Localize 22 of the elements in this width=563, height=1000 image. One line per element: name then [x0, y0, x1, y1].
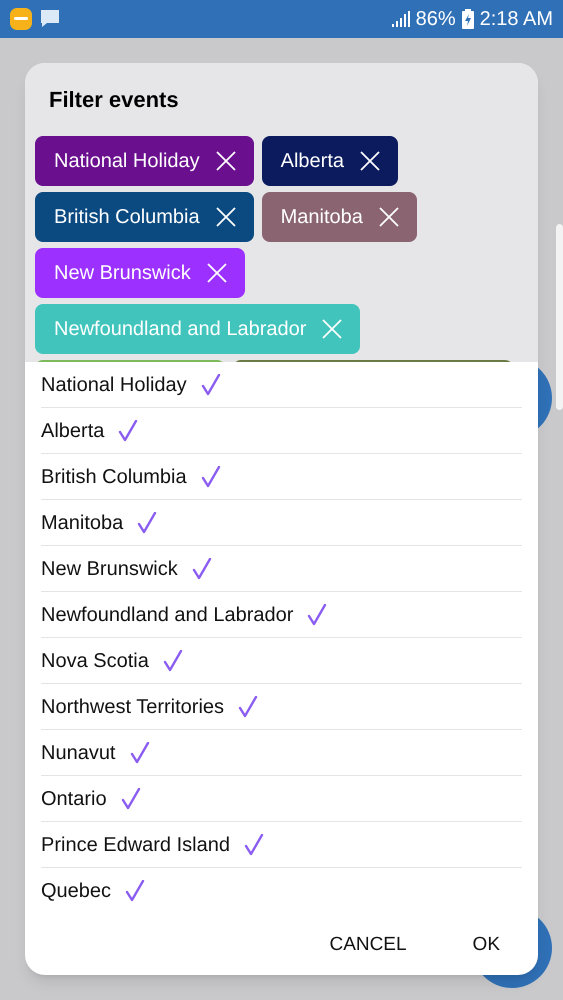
option-label[interactable]: Nova Scotia: [41, 646, 149, 676]
battery-percent: 86%: [416, 7, 456, 32]
option-label[interactable]: Northwest Territories: [41, 692, 224, 722]
filter-chip[interactable]: New Brunswick: [35, 248, 245, 298]
option-label[interactable]: Ontario: [41, 784, 107, 814]
option-label[interactable]: Quebec: [41, 876, 112, 906]
dialog-button[interactable]: OK: [464, 924, 508, 966]
dialog-title: Filter events: [48, 86, 180, 114]
filter-chip[interactable]: National Holiday: [35, 136, 254, 186]
option-label[interactable]: Nunavut: [41, 738, 116, 768]
option-label[interactable]: Newfoundland and Labrador: [41, 600, 294, 630]
filter-chip[interactable]: Alberta: [262, 136, 398, 186]
dialog-button[interactable]: CANCEL: [321, 924, 415, 966]
option-label[interactable]: National Holiday: [41, 370, 187, 400]
option-label[interactable]: Manitoba: [41, 508, 124, 538]
option-label[interactable]: New Brunswick: [41, 554, 178, 584]
option-label[interactable]: Alberta: [41, 416, 104, 446]
filter-chip[interactable]: Manitoba: [262, 192, 417, 242]
clock: 2:18 AM: [480, 7, 553, 32]
filter-chip[interactable]: British Columbia: [35, 192, 254, 242]
option-label[interactable]: Prince Edward Island: [41, 830, 230, 860]
option-label[interactable]: British Columbia: [41, 462, 187, 492]
